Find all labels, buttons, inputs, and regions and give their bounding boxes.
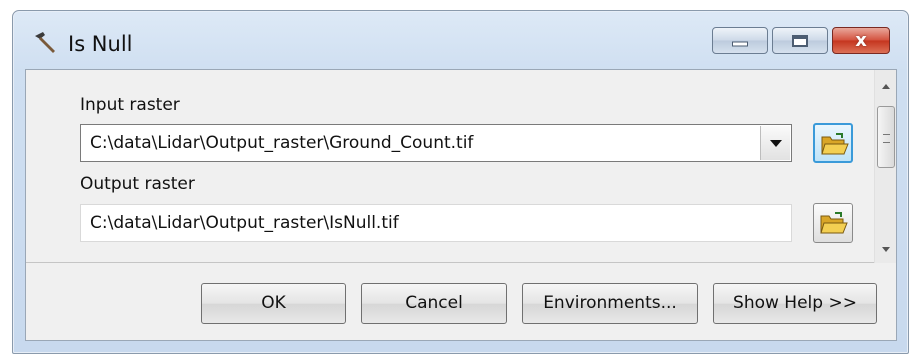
output-raster-browse-button[interactable] [813,203,853,243]
scroll-thumb[interactable] [877,106,895,168]
cancel-button[interactable]: Cancel [361,283,507,324]
output-raster-field[interactable]: C:\data\Lidar\Output_raster\IsNull.tif [80,204,792,242]
parameters-panel: Input raster C:\data\Lidar\Output_raster… [26,70,896,263]
open-folder-icon [820,212,848,234]
dialog-content: Input raster C:\data\Lidar\Output_raster… [25,69,897,341]
maximize-icon [792,34,808,47]
input-raster-dropdown-button[interactable] [760,126,790,160]
open-folder-icon [821,133,849,155]
input-raster-browse-button[interactable] [813,123,853,163]
hammer-icon [35,32,55,53]
window-title: Is Null [68,32,133,56]
input-raster-label: Input raster [80,95,180,115]
input-raster-value: C:\data\Lidar\Output_raster\Ground_Count… [90,133,474,153]
input-raster-combobox[interactable]: C:\data\Lidar\Output_raster\Ground_Count… [80,124,792,162]
tool-dialog-window: Is Null x Input raster C:\data\Lidar\Out… [12,10,909,354]
maximize-button[interactable] [772,27,828,54]
output-raster-label: Output raster [80,174,195,194]
minimize-icon [732,41,748,46]
parameters-scrollbar[interactable] [874,70,896,263]
window-controls: x [712,27,892,55]
scroll-up-button[interactable] [875,76,897,96]
show-help-button[interactable]: Show Help >> [713,283,877,324]
scroll-down-button[interactable] [875,239,897,259]
ok-button[interactable]: OK [201,283,346,324]
title-bar[interactable]: Is Null x [13,11,908,69]
close-button[interactable]: x [832,27,890,54]
output-raster-value: C:\data\Lidar\Output_raster\IsNull.tif [90,213,399,233]
chevron-down-icon [770,140,782,147]
environments-button[interactable]: Environments... [522,283,698,324]
minimize-button[interactable] [712,27,768,54]
close-icon: x [855,29,867,51]
